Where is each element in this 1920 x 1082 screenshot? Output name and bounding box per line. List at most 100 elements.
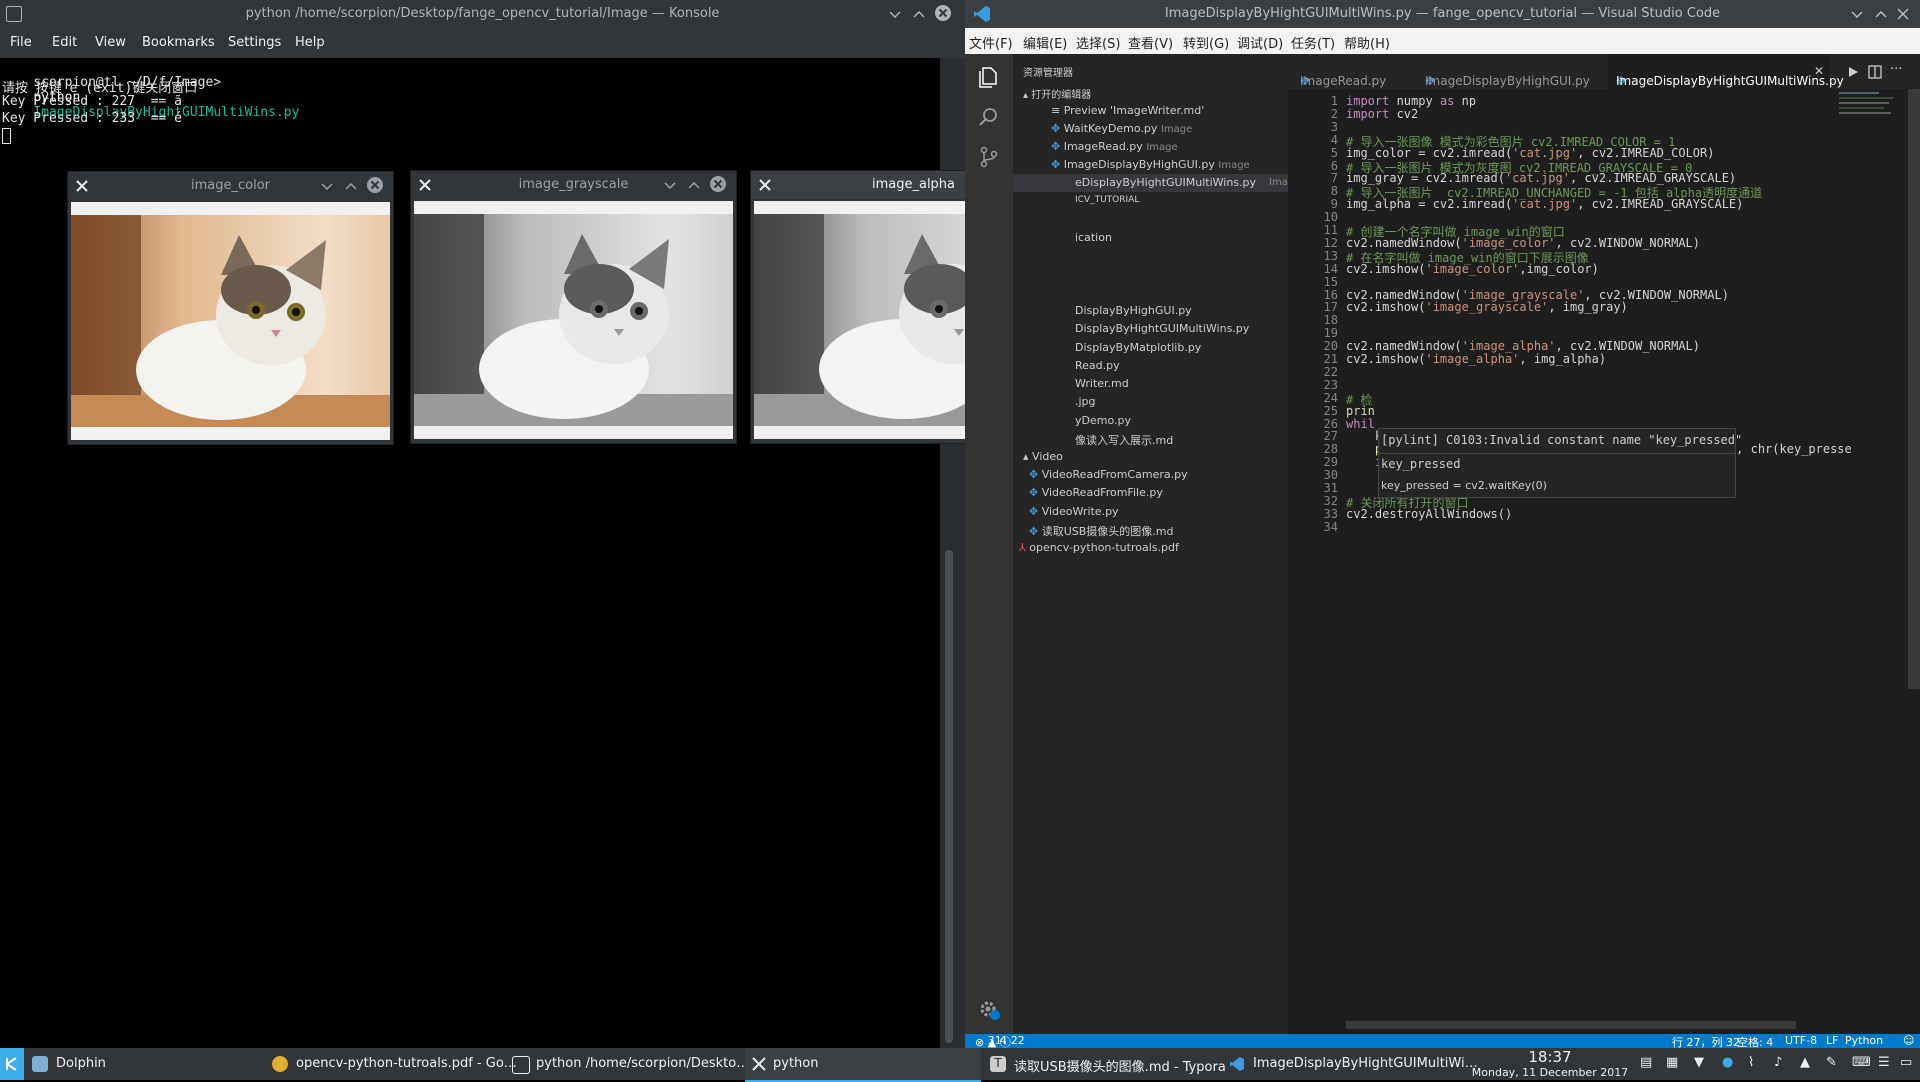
tree-item[interactable]: Read.py (1075, 359, 1120, 372)
tray-keyboard-icon[interactable]: ⌨ (1852, 1055, 1871, 1070)
close-icon[interactable] (709, 175, 727, 193)
maximize-icon[interactable] (1874, 7, 1888, 21)
tray-clipboard-icon[interactable]: ▤ (1640, 1055, 1652, 1070)
tab-imageread[interactable]: ✥ ImageRead.py (1288, 54, 1413, 89)
encoding[interactable]: UTF-8 (1785, 1034, 1817, 1047)
task-python[interactable]: python (745, 1048, 981, 1082)
code-editor[interactable]: 1 import numpy as np 2 import cv2 3 4 # 导入一张图像… (1288, 89, 1920, 1034)
task-typora[interactable]: T 读取USB摄像头的图像.md - Typora (986, 1048, 1226, 1080)
tree-item[interactable]: .jpg (1075, 395, 1096, 408)
code-line[interactable]: cv2.destroyAllWindows() (1346, 507, 1512, 521)
image-window-color[interactable]: image_color (67, 171, 394, 445)
tray-menu-icon[interactable]: ☰ (1878, 1055, 1890, 1070)
tree-item[interactable]: DisplayByMatplotlib.py (1075, 341, 1201, 354)
menu-help[interactable]: Help (295, 35, 325, 50)
menu-view[interactable]: 查看(V) (1128, 33, 1173, 52)
code-line[interactable]: cv2.namedWindow('image_grayscale', cv2.W… (1346, 288, 1729, 302)
minimize-icon[interactable] (320, 179, 334, 193)
minimize-icon[interactable] (1850, 7, 1864, 21)
tray-expand-icon[interactable]: ▲ (1800, 1055, 1810, 1070)
menu-settings[interactable]: Settings (228, 35, 281, 50)
tree-item[interactable]: yDemo.py (1075, 414, 1131, 427)
minimize-icon[interactable] (663, 178, 677, 192)
code-line[interactable]: cv2.imshow('image_color',img_color) (1346, 262, 1599, 276)
tray-volume-icon[interactable]: ♪ (1774, 1055, 1782, 1070)
task-vscode[interactable]: ImageDisplayByHightGUIMultiWi… (1225, 1048, 1478, 1080)
tab-close-icon[interactable]: ✕ (1814, 64, 1824, 78)
show-desktop-icon[interactable]: ▭ (1900, 1055, 1912, 1070)
tray-network-icon[interactable]: ▼ (1694, 1055, 1704, 1070)
open-editors-section[interactable]: ▴ 打开的编辑器 (1023, 86, 1091, 101)
search-icon[interactable] (978, 106, 1000, 128)
code-line[interactable]: cv2.namedWindow('image_color', cv2.WINDO… (1346, 236, 1700, 250)
tray-user-icon[interactable]: ● (1722, 1055, 1733, 1070)
tree-item[interactable]: DisplayByHightGUIMultiWins.py (1075, 322, 1249, 335)
tab-imagedisplaymultiwins[interactable]: ✥ ImageDisplayByHightGUIMultiWins.py ✕ (1608, 54, 1844, 89)
tree-item[interactable]: DisplayByHighGUI.py (1075, 304, 1192, 317)
code-line[interactable]: whil (1346, 417, 1375, 431)
maximize-icon[interactable] (912, 7, 926, 21)
split-editor-icon[interactable] (1868, 65, 1882, 79)
tab-imagedisplaybyhighgui[interactable]: ✥ ImageDisplayByHighGUI.py (1413, 54, 1608, 89)
open-editor-item[interactable]: ✥ WaitKeyDemo.py Image (1051, 122, 1192, 135)
code-line[interactable]: import cv2 (1346, 107, 1418, 121)
menu-edit[interactable]: Edit (52, 35, 77, 50)
open-editor-item-active[interactable]: eDisplayByHightGUIMultiWins.py Image (1013, 174, 1300, 192)
menu-tasks[interactable]: 任务(T) (1291, 33, 1335, 52)
tree-item[interactable]: ⅄ opencv-python-tutroals.pdf (1019, 541, 1179, 554)
menu-view[interactable]: View (95, 35, 126, 50)
open-editor-item[interactable]: ✥ ImageDisplayByHighGUI.py Image (1051, 158, 1250, 171)
more-actions-icon[interactable]: ··· (1890, 62, 1902, 77)
task-konsole[interactable]: python /home/scorpion/Deskto… (508, 1048, 749, 1080)
menu-file[interactable]: File (10, 35, 32, 50)
menu-edit[interactable]: 编辑(E) (1023, 33, 1067, 52)
menu-file[interactable]: 文件(F) (969, 33, 1013, 52)
tray-notes-icon[interactable]: ▦ (1666, 1055, 1678, 1070)
code-line[interactable]: cv2.imshow('image_alpha', img_alpha) (1346, 352, 1606, 366)
language-mode[interactable]: Python (1845, 1034, 1883, 1047)
minimize-icon[interactable] (888, 7, 902, 21)
tree-item[interactable]: ✥ 读取USB摄像头的图像.md (1029, 523, 1174, 539)
app-launcher-button[interactable] (0, 1048, 24, 1080)
tree-item[interactable]: ✥ VideoReadFromCamera.py (1029, 468, 1188, 481)
project-section[interactable]: ICV_TUTORIAL (1075, 195, 1139, 205)
task-dolphin[interactable]: Dolphin (28, 1048, 258, 1080)
task-chrome-pdf[interactable]: opencv-python-tutroals.pdf - Go… (268, 1048, 517, 1080)
close-icon[interactable] (366, 176, 384, 194)
close-icon[interactable] (1896, 7, 1910, 21)
run-icon[interactable] (1846, 65, 1860, 79)
menu-debug[interactable]: 调试(D) (1237, 33, 1283, 52)
editor-vertical-scrollbar[interactable] (1908, 89, 1920, 689)
tree-item[interactable]: ✥ VideoReadFromFile.py (1029, 486, 1163, 499)
maximize-icon[interactable] (344, 179, 358, 193)
editor-horizontal-scrollbar[interactable] (1346, 1021, 1796, 1029)
close-icon[interactable] (934, 4, 952, 22)
explorer-icon[interactable] (978, 66, 1000, 88)
minimap[interactable] (1835, 89, 1905, 149)
open-editor-item[interactable]: ≡ Preview 'ImageWriter.md' (1051, 104, 1204, 117)
code-line[interactable]: cv2.namedWindow('image_alpha', cv2.WINDO… (1346, 339, 1700, 353)
line-ending[interactable]: LF (1826, 1034, 1838, 1047)
open-editor-item[interactable]: ✥ ImageRead.py Image (1051, 140, 1178, 153)
menu-selection[interactable]: 选择(S) (1076, 33, 1120, 52)
image-window-grayscale[interactable]: image_grayscale (410, 170, 737, 444)
tray-attachment-icon[interactable]: ⌇ (1748, 1055, 1754, 1070)
source-control-icon[interactable] (978, 146, 1000, 168)
feedback-icon[interactable]: ☺ (1903, 1034, 1914, 1047)
clock[interactable]: 18:37 Monday, 11 December 2017 (1470, 1048, 1630, 1080)
code-line[interactable]: img_alpha = cv2.imread('cat.jpg', cv2.IM… (1346, 197, 1743, 211)
code-line[interactable]: cv2.imshow('image_grayscale', img_gray) (1346, 300, 1628, 314)
tree-item[interactable]: Writer.md (1075, 377, 1129, 390)
tree-item[interactable]: ✥ VideoWrite.py (1029, 505, 1119, 518)
settings-gear-icon[interactable] (978, 999, 1000, 1021)
tree-item[interactable]: 像读入写入展示.md (1075, 432, 1173, 448)
tray-pen-icon[interactable]: ✎ (1826, 1055, 1837, 1070)
menu-bookmarks[interactable]: Bookmarks (142, 35, 215, 50)
menu-help[interactable]: 帮助(H) (1344, 33, 1390, 52)
scrollbar-thumb[interactable] (945, 550, 953, 1043)
tree-item[interactable]: ication (1075, 231, 1112, 244)
code-line[interactable]: prin (1346, 404, 1375, 418)
maximize-icon[interactable] (687, 178, 701, 192)
tree-folder-video[interactable]: ▴ Video (1023, 450, 1063, 463)
code-line[interactable]: import numpy as np (1346, 94, 1476, 108)
